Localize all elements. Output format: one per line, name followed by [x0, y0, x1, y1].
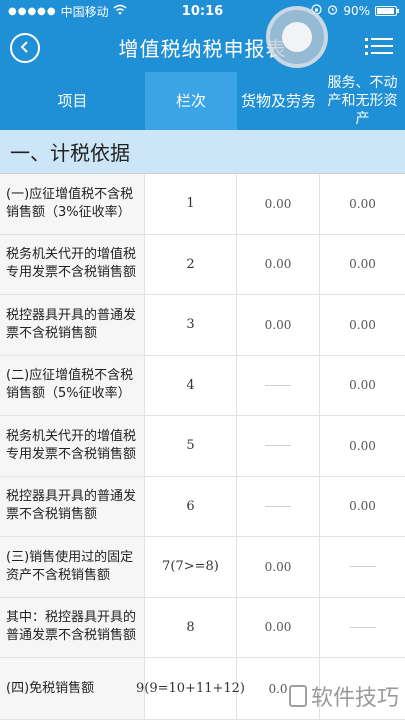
header-item: 项目 — [0, 72, 145, 130]
row-line: 9(9=10+11+12) — [136, 658, 245, 719]
header-line: 栏次 — [145, 72, 237, 130]
table-row: (一)应征增值税不含税销售额（3%征收率） 1 0.00 0.00 — [0, 174, 405, 235]
table-row: (三)销售使用过的固定资产不含税销售额 7(7>=8) 0.00 — [0, 537, 405, 598]
tax-table: (一)应征增值税不含税销售额（3%征收率） 1 0.00 0.00 税务机关代开… — [0, 174, 405, 720]
table-row: 税务机关代开的增值税专用发票不含税销售额 2 0.00 0.00 — [0, 234, 405, 295]
status-time: 10:16 — [181, 3, 224, 19]
watermark-text: 软件技巧 — [310, 686, 399, 711]
back-button[interactable] — [10, 33, 40, 63]
goods-value-input[interactable]: 0.00 — [237, 295, 320, 355]
goods-value-input[interactable]: 0.00 — [237, 234, 320, 294]
row-line: 4 — [145, 355, 237, 415]
carrier-label: 中国移动 — [60, 4, 109, 19]
row-line: 2 — [145, 234, 237, 294]
page-title: 增值税纳税申报表 — [118, 36, 287, 61]
battery-percent: 90% — [343, 4, 370, 18]
nav-bar: 增值税纳税申报表 — [0, 22, 405, 72]
row-line: 6 — [145, 476, 237, 536]
header-goods: 货物及劳务 — [237, 72, 320, 130]
goods-value-disabled — [237, 355, 320, 415]
header-services: 服务、不动产和无形资产 — [320, 72, 405, 130]
row-label: 税控器具开具的普通发票不含税销售额 — [0, 476, 145, 536]
goods-value-disabled — [237, 476, 320, 536]
goods-value-disabled — [237, 416, 320, 476]
dash-divider — [265, 445, 291, 447]
dash-divider — [349, 566, 376, 568]
dash-divider — [265, 505, 291, 507]
status-bar: ●●●●● 中国移动 10:16 90% — [0, 0, 405, 22]
row-label: (三)销售使用过的固定资产不含税销售额 — [0, 537, 145, 597]
table-row: 税控器具开具的普通发票不含税销售额 6 0.00 — [0, 476, 405, 537]
table-header: 项目 栏次 货物及劳务 服务、不动产和无形资产 — [0, 72, 405, 130]
services-value-input[interactable]: 0.00 — [320, 235, 405, 295]
row-label: (二)应征增值税不含税销售额（5%征收率） — [0, 355, 145, 415]
goods-value-input[interactable]: 0.00 — [237, 597, 320, 657]
assistive-touch-button[interactable] — [266, 6, 328, 68]
services-value-input[interactable]: 0.00 — [320, 356, 405, 416]
services-value-input[interactable]: 0.00 — [320, 295, 405, 355]
services-value-disabled — [320, 537, 405, 597]
row-label: 税控器具开具的普通发票不含税销售额 — [0, 295, 145, 355]
services-value-disabled — [320, 598, 405, 658]
row-label: 税务机关代开的增值税专用发票不含税销售额 — [0, 416, 145, 476]
alarm-icon — [327, 4, 338, 18]
row-label: (一)应征增值税不含税销售额（3%征收率） — [0, 174, 145, 234]
wifi-icon — [113, 4, 127, 18]
battery-icon — [375, 6, 399, 16]
table-row: (二)应征增值税不含税销售额（5%征收率） 4 0.00 — [0, 355, 405, 416]
dash-divider — [265, 384, 291, 386]
signal-strength-icon: ●●●●● — [8, 5, 57, 17]
goods-value-input[interactable]: 0.00 — [237, 174, 320, 234]
table-row: 税务机关代开的增值税专用发票不含税销售额 5 0.00 — [0, 416, 405, 477]
row-line: 5 — [145, 416, 237, 476]
watermark: 软件技巧 — [288, 680, 399, 712]
goods-value-input[interactable]: 0.00 — [237, 537, 320, 597]
row-line: 1 — [145, 174, 237, 234]
row-line: 3 — [145, 295, 237, 355]
menu-button[interactable] — [365, 35, 393, 59]
phone-icon — [288, 685, 307, 707]
services-value-input[interactable]: 0.00 — [320, 416, 405, 476]
dash-divider — [349, 626, 376, 628]
row-line: 8 — [145, 597, 237, 657]
row-label: 税务机关代开的增值税专用发票不含税销售额 — [0, 234, 145, 294]
row-label: 其中：税控器具开具的普通发票不含税销售额 — [0, 597, 145, 657]
section-title: 一、计税依据 — [0, 130, 405, 174]
row-label: (四)免税销售额 — [0, 658, 145, 719]
services-value-input[interactable]: 0.00 — [320, 174, 405, 234]
services-value-input[interactable]: 0.00 — [320, 477, 405, 537]
table-row: 其中：税控器具开具的普通发票不含税销售额 8 0.00 — [0, 597, 405, 658]
chevron-left-icon — [19, 39, 31, 58]
table-row: 税控器具开具的普通发票不含税销售额 3 0.00 0.00 — [0, 295, 405, 356]
row-line: 7(7>=8) — [145, 537, 237, 597]
